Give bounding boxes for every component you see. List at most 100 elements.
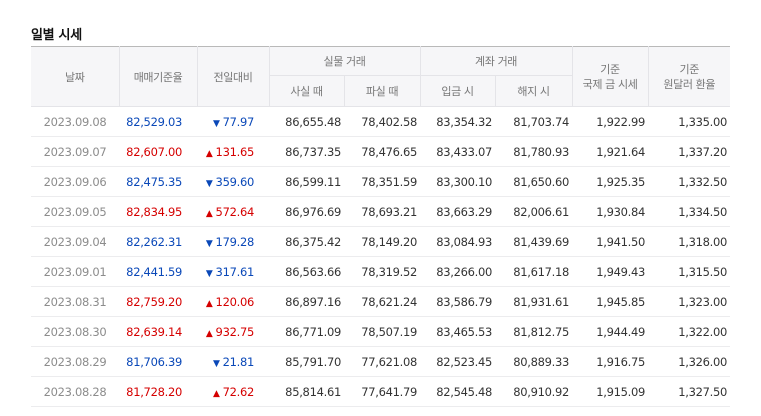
cell-intl-gold: 1,949.43 (572, 256, 649, 287)
cell-intl-gold: 1,916.75 (572, 346, 649, 377)
cell-sell: 78,402.58 (344, 106, 421, 137)
section-title: 일별 시세 (31, 28, 82, 43)
change-value: 72.62 (222, 384, 255, 399)
cell-buy: 85,791.70 (269, 346, 344, 377)
cell-withdraw: 82,006.61 (495, 196, 573, 227)
cell-base-rate: 82,529.03 (119, 106, 197, 137)
table-row: 2023.08.29 81,706.39 ▼ 21.81 85,791.70 77,621… (31, 346, 731, 377)
cell-sell: 78,507.19 (344, 316, 421, 347)
cell-krw-usd: 1,318.00 (648, 226, 731, 257)
cell-change: ▼ 359.60 (197, 166, 269, 197)
change-value: 77.97 (222, 114, 255, 129)
cell-intl-gold: 1,945.85 (572, 286, 649, 317)
cell-date: 2023.08.31 (31, 286, 119, 317)
cell-change: ▼ 21.81 (197, 346, 269, 377)
cell-date: 2023.09.06 (31, 166, 119, 197)
cell-krw-usd: 1,322.00 (648, 316, 731, 347)
up-arrow-icon: ▲ (205, 328, 213, 339)
cell-krw-usd: 1,337.20 (648, 136, 731, 167)
cell-deposit: 83,354.32 (420, 106, 496, 137)
down-arrow-icon: ▼ (205, 238, 213, 249)
cell-base-rate: 81,706.39 (119, 346, 197, 377)
down-arrow-icon: ▼ (212, 118, 220, 129)
header-sell: 파실 때 (343, 75, 421, 107)
table-header: 날짜 매매기준율 전일대비 실물 거래 계좌 거래 기준 국제 금 시세 기준 … (31, 46, 731, 107)
header-date: 날짜 (31, 46, 119, 107)
cell-intl-gold: 1,941.50 (572, 226, 649, 257)
cell-withdraw: 81,780.93 (495, 136, 573, 167)
cell-deposit: 82,545.48 (420, 376, 496, 407)
change-value: 932.75 (215, 324, 255, 339)
cell-buy: 86,771.09 (269, 316, 344, 347)
cell-buy: 86,375.42 (269, 226, 344, 257)
cell-krw-usd: 1,326.00 (648, 346, 731, 377)
cell-date: 2023.08.28 (31, 376, 119, 407)
cell-date: 2023.09.04 (31, 226, 119, 257)
cell-intl-gold: 1,944.49 (572, 316, 649, 347)
header-base-rate: 매매기준율 (118, 46, 197, 107)
cell-base-rate: 82,834.95 (119, 196, 197, 227)
header-buy: 사실 때 (268, 75, 344, 107)
cell-buy: 86,599.11 (269, 166, 344, 197)
cell-change: ▲ 932.75 (197, 316, 269, 347)
change-value: 120.06 (215, 294, 255, 309)
cell-deposit: 83,266.00 (420, 256, 496, 287)
cell-deposit: 83,663.29 (420, 196, 496, 227)
cell-base-rate: 81,728.20 (119, 376, 197, 407)
cell-base-rate: 82,262.31 (119, 226, 197, 257)
up-arrow-icon: ▲ (205, 148, 213, 159)
cell-intl-gold: 1,922.99 (572, 106, 649, 137)
header-physical-trade: 실물 거래 (268, 46, 421, 76)
cell-buy: 86,976.69 (269, 196, 344, 227)
cell-withdraw: 81,650.60 (495, 166, 573, 197)
header-krw-usd-line1: 기준 (679, 62, 700, 76)
cell-withdraw: 81,439.69 (495, 226, 573, 257)
cell-deposit: 83,433.07 (420, 136, 496, 167)
cell-change: ▼ 179.28 (197, 226, 269, 257)
cell-sell: 78,693.21 (344, 196, 421, 227)
cell-date: 2023.09.07 (31, 136, 119, 167)
cell-deposit: 83,300.10 (420, 166, 496, 197)
cell-withdraw: 81,931.61 (495, 286, 573, 317)
header-intl-gold-line1: 기준 (600, 62, 620, 76)
cell-sell: 78,319.52 (344, 256, 421, 287)
cell-date: 2023.09.05 (31, 196, 119, 227)
cell-change: ▼ 77.97 (197, 106, 269, 137)
cell-withdraw: 80,910.92 (495, 376, 573, 407)
header-withdraw: 해지 시 (494, 75, 573, 107)
header-deposit: 입금 시 (419, 75, 496, 107)
cell-withdraw: 81,812.75 (495, 316, 573, 347)
up-arrow-icon: ▲ (205, 298, 213, 309)
cell-krw-usd: 1,334.50 (648, 196, 731, 227)
down-arrow-icon: ▼ (212, 358, 220, 369)
header-account-trade: 계좌 거래 (419, 46, 573, 76)
cell-withdraw: 81,617.18 (495, 256, 573, 287)
cell-date: 2023.08.30 (31, 316, 119, 347)
table-row: 2023.08.28 81,728.20 ▲ 72.62 85,814.61 77,641… (31, 376, 731, 407)
cell-change: ▲ 120.06 (197, 286, 269, 317)
cell-sell: 77,621.08 (344, 346, 421, 377)
cell-krw-usd: 1,315.50 (648, 256, 731, 287)
change-value: 359.60 (215, 174, 255, 189)
cell-change: ▼ 317.61 (197, 256, 269, 287)
header-intl-gold-line2: 국제 금 시세 (582, 77, 638, 91)
header-krw-usd: 기준 원달러 환율 (647, 46, 731, 107)
cell-buy: 86,563.66 (269, 256, 344, 287)
cell-deposit: 83,586.79 (420, 286, 496, 317)
change-value: 131.65 (215, 144, 255, 159)
cell-intl-gold: 1,915.09 (572, 376, 649, 407)
cell-change: ▲ 572.64 (197, 196, 269, 227)
cell-base-rate: 82,607.00 (119, 136, 197, 167)
cell-sell: 77,641.79 (344, 376, 421, 407)
table-row: 2023.09.07 82,607.00 ▲ 131.65 86,737.35 78,47… (31, 136, 731, 167)
cell-base-rate: 82,639.14 (119, 316, 197, 347)
up-arrow-icon: ▲ (212, 388, 220, 399)
header-intl-gold: 기준 국제 금 시세 (571, 46, 649, 107)
header-krw-usd-line2: 원달러 환율 (663, 77, 716, 91)
cell-deposit: 82,523.45 (420, 346, 496, 377)
cell-base-rate: 82,759.20 (119, 286, 197, 317)
table-row: 2023.08.31 82,759.20 ▲ 120.06 86,897.16 78,62… (31, 286, 731, 317)
cell-sell: 78,351.59 (344, 166, 421, 197)
down-arrow-icon: ▼ (205, 178, 213, 189)
cell-sell: 78,476.65 (344, 136, 421, 167)
